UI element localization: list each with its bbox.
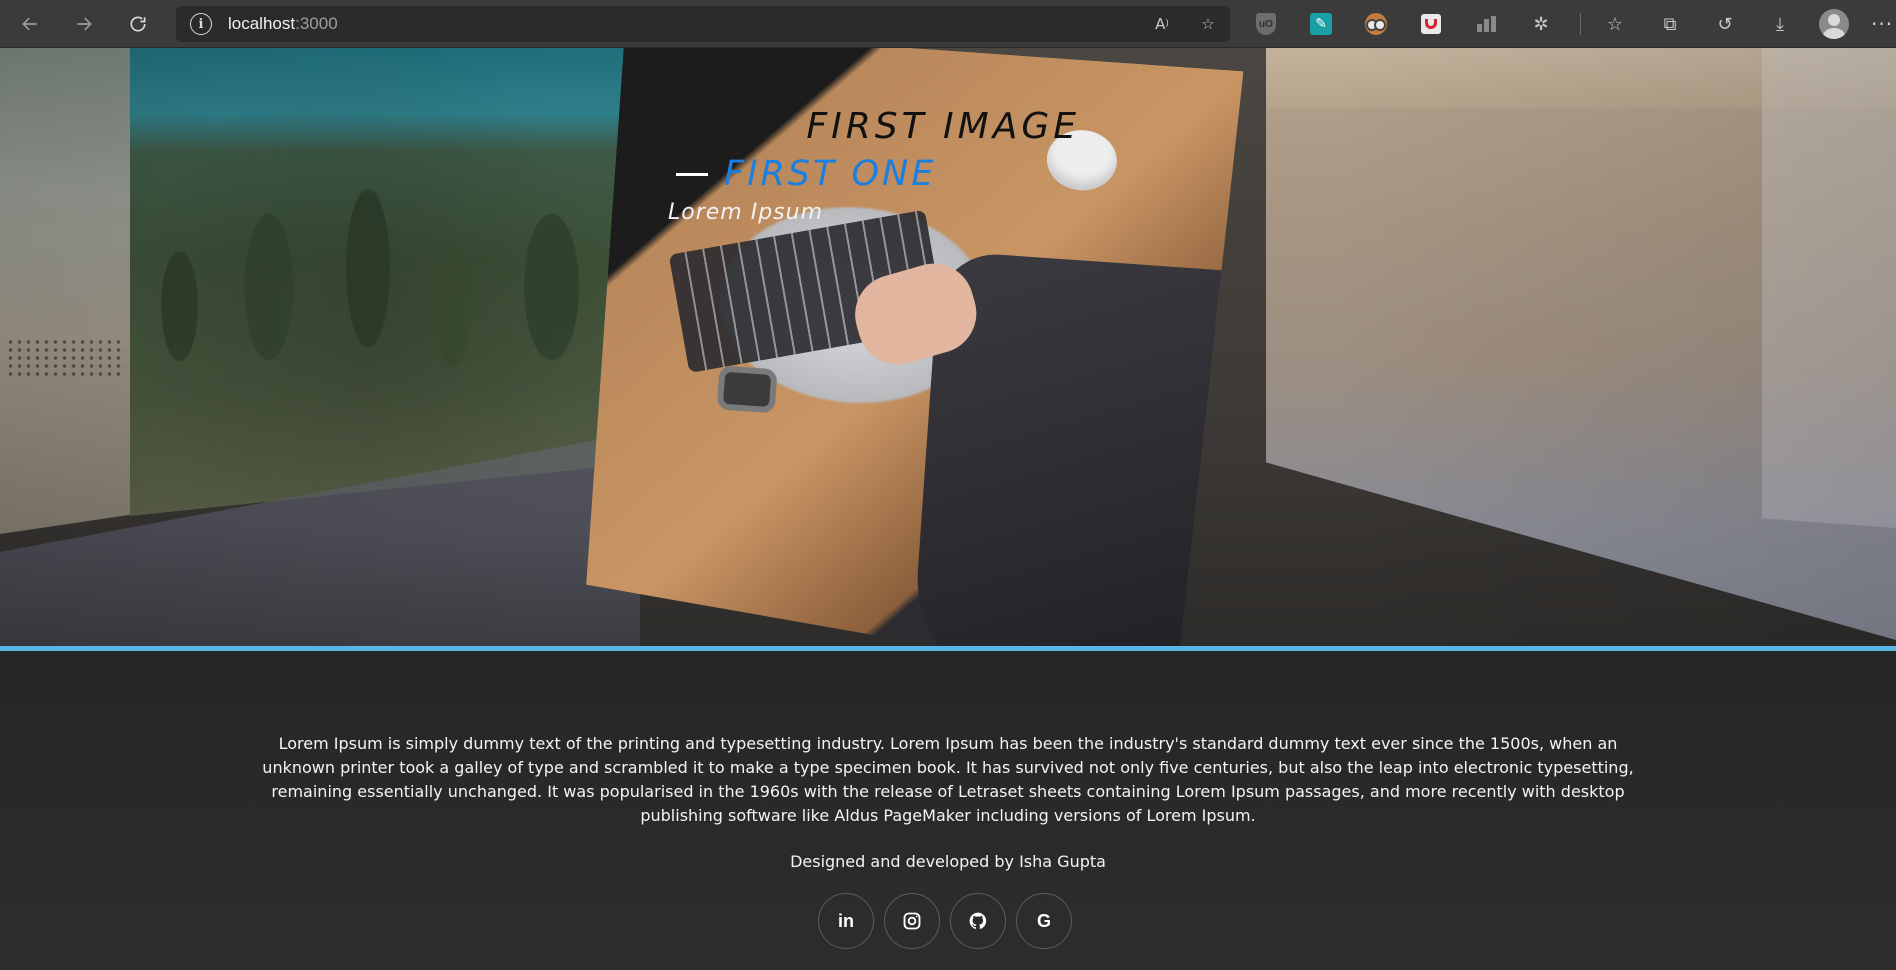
profile-avatar[interactable]: [1819, 9, 1849, 39]
refresh-button[interactable]: [118, 4, 158, 44]
refresh-icon: [130, 16, 146, 32]
slide-texture: [130, 78, 626, 458]
read-aloud-icon[interactable]: A): [1150, 12, 1174, 36]
url-host: localhost: [228, 14, 296, 33]
caption-dash: [676, 172, 708, 176]
extensions-icon[interactable]: ✲: [1525, 8, 1557, 40]
slide-caption-title: FIRST IMAGE: [806, 106, 1080, 147]
address-bar[interactable]: i localhost:3000 A) ☆: [176, 6, 1230, 42]
back-button[interactable]: [10, 4, 50, 44]
add-favorite-icon[interactable]: ☆: [1196, 12, 1220, 36]
footer-credit: Designed and developed by Isha Gupta: [790, 852, 1106, 871]
collections-icon[interactable]: ⧉: [1654, 8, 1686, 40]
slide-caption-description: Lorem Ipsum: [668, 200, 824, 225]
slide-far-left[interactable]: [0, 48, 132, 534]
linkedin-icon: in: [838, 910, 854, 931]
github-button[interactable]: [950, 893, 1006, 949]
slide-left[interactable]: [130, 48, 626, 516]
google-button[interactable]: G: [1016, 893, 1072, 949]
google-icon: G: [1036, 910, 1051, 931]
social-links: in G: [818, 893, 1072, 949]
slide-texture: [717, 365, 778, 413]
more-options-icon[interactable]: ···: [1871, 12, 1893, 36]
instagram-icon: [903, 912, 921, 930]
arrow-left-icon: [22, 17, 37, 30]
slide-caption-subtitle-text: FIRST ONE: [724, 154, 937, 194]
footer-description: Lorem Ipsum is simply dummy text of the …: [262, 734, 1634, 825]
forward-button[interactable]: [64, 4, 104, 44]
pocket-extension-icon[interactable]: [1415, 8, 1447, 40]
footer: Lorem Ipsum is simply dummy text of the …: [0, 651, 1896, 970]
chart-extension-icon[interactable]: [1470, 8, 1502, 40]
history-icon[interactable]: ↺: [1709, 8, 1741, 40]
instagram-button[interactable]: [884, 893, 940, 949]
slide-texture: [6, 338, 126, 378]
ublock-extension-icon[interactable]: uO: [1250, 8, 1282, 40]
slide-caption-subtitle: FIRST ONE: [676, 154, 936, 194]
site-info-icon[interactable]: i: [190, 13, 212, 35]
slide-far-right[interactable]: [1762, 48, 1896, 528]
image-slider[interactable]: FIRST IMAGE FIRST ONE Lorem Ipsum: [0, 48, 1896, 646]
browser-toolbar: i localhost:3000 A) ☆ uO ✎ ✲ ☆ ⧉ ↺ ⤓ ···: [0, 0, 1896, 48]
downloads-icon[interactable]: ⤓: [1764, 8, 1796, 40]
github-icon: [969, 912, 987, 929]
linkedin-button[interactable]: in: [818, 893, 874, 949]
arrow-right-icon: [77, 17, 92, 30]
pen-extension-icon[interactable]: ✎: [1305, 8, 1337, 40]
url-port: :3000: [295, 14, 338, 33]
favorites-icon[interactable]: ☆: [1599, 8, 1631, 40]
owl-extension-icon[interactable]: [1360, 8, 1392, 40]
toolbar-separator: [1580, 13, 1581, 35]
